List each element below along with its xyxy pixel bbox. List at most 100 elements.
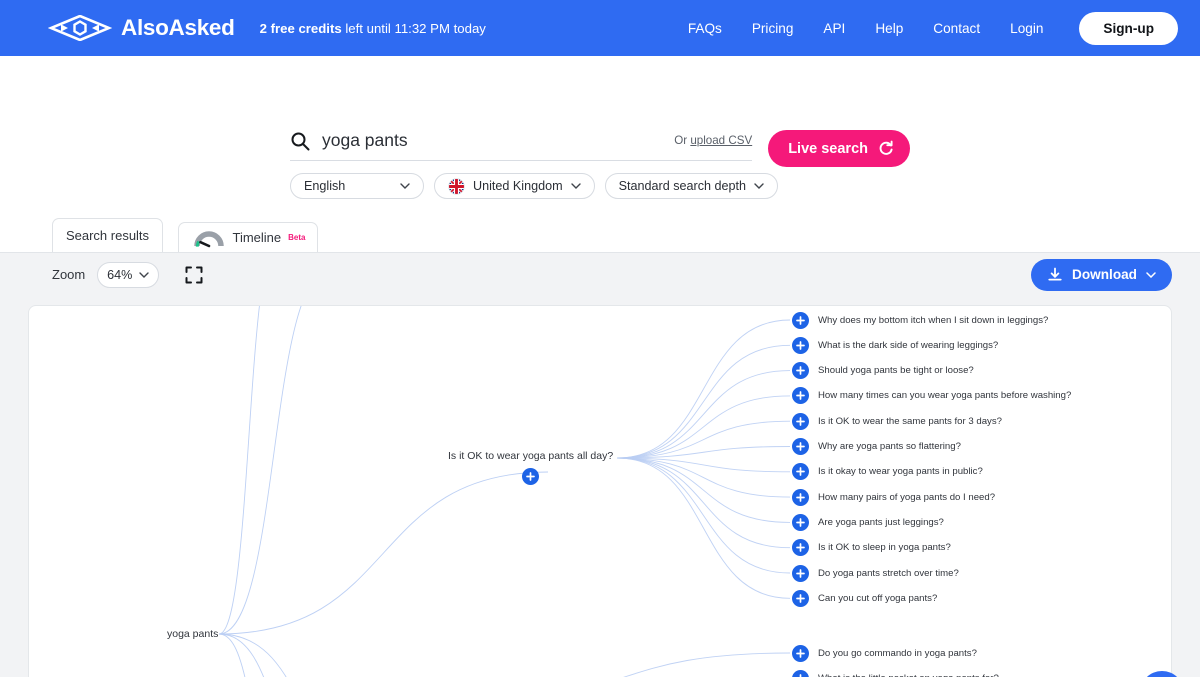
live-search-label: Live search	[788, 140, 868, 157]
leaf-node[interactable]: Do yoga pants stretch over time?	[792, 564, 959, 582]
plus-icon	[796, 518, 805, 527]
search-row: Or upload CSV Live search	[290, 130, 910, 167]
expand-node-button[interactable]	[792, 564, 809, 582]
expand-node-button[interactable]	[792, 362, 809, 380]
language-dropdown[interactable]: English	[290, 173, 424, 199]
expand-node-button[interactable]	[792, 463, 809, 481]
leaf-node[interactable]: Is it OK to sleep in yoga pants?	[792, 539, 951, 557]
leaf-node-label: Should yoga pants be tight or loose?	[818, 365, 974, 377]
search-depth-value: Standard search depth	[618, 179, 747, 193]
signup-button[interactable]: Sign-up	[1079, 11, 1178, 45]
country-dropdown[interactable]: United Kingdom	[434, 173, 595, 199]
nav-item-api[interactable]: API	[823, 21, 845, 36]
expand-node-button[interactable]	[792, 488, 809, 506]
search-icon	[291, 132, 310, 150]
language-value: English	[304, 179, 346, 193]
nav-item-help[interactable]: Help	[875, 21, 903, 36]
plus-icon	[796, 315, 805, 325]
canvas-toolbar: Zoom 64% Download	[0, 252, 1200, 296]
search-filters: English United Kingdom Standard search d…	[290, 173, 779, 199]
leaf-node-label: Is it okay to wear yoga pants in public?	[818, 466, 983, 478]
expand-node-button[interactable]	[792, 589, 809, 607]
plus-icon	[796, 467, 805, 477]
expand-node-button[interactable]	[792, 412, 809, 430]
mid-node-yoga-all-day[interactable]: Is it OK to wear yoga pants all day?	[448, 450, 613, 485]
tab-timeline-beta-badge: Beta	[288, 233, 306, 242]
zoom-dropdown[interactable]: 64%	[97, 261, 160, 288]
leaf-node[interactable]: Do you go commando in yoga pants?	[792, 644, 977, 662]
search-section: Or upload CSV Live search English	[0, 56, 1200, 208]
download-label: Download	[1072, 267, 1137, 282]
brand-name: AlsoAsked	[121, 15, 235, 40]
plus-icon	[526, 472, 535, 481]
credits-count: 2 free credits	[259, 20, 342, 36]
plus-icon	[796, 568, 805, 578]
leaf-node[interactable]: Are yoga pants just leggings?	[792, 513, 944, 531]
fullscreen-icon[interactable]	[185, 266, 203, 284]
leaf-node-label: What is the dark side of wearing legging…	[818, 339, 999, 351]
leaf-node-label: Are yoga pants just leggings?	[818, 516, 944, 528]
expand-node-button[interactable]	[522, 468, 540, 485]
leaf-node-label: Can you cut off yoga pants?	[818, 592, 938, 604]
expand-node-button[interactable]	[792, 539, 809, 557]
leaf-node-label: Do you go commando in yoga pants?	[818, 647, 977, 659]
plus-icon	[796, 543, 805, 553]
country-value: United Kingdom	[473, 179, 563, 193]
leaf-node[interactable]: How many pairs of yoga pants do I need?	[792, 488, 995, 506]
top-navigation-bar: AlsoAsked 2 free credits left until 11:3…	[0, 0, 1200, 56]
plus-icon	[796, 416, 805, 426]
zoom-label: Zoom	[52, 267, 86, 282]
search-field[interactable]: Or upload CSV	[290, 130, 753, 161]
leaf-node[interactable]: Why does my bottom itch when I sit down …	[792, 311, 1049, 329]
search-input[interactable]	[322, 130, 663, 151]
alsoasked-eye-logo-icon	[48, 15, 112, 41]
expand-node-button[interactable]	[792, 387, 809, 405]
expand-node-button[interactable]	[792, 311, 809, 329]
expand-node-button[interactable]	[792, 644, 809, 662]
expand-node-button[interactable]	[792, 438, 809, 455]
live-search-button[interactable]: Live search	[768, 130, 910, 167]
leaf-node[interactable]: Can you cut off yoga pants?	[792, 589, 938, 607]
leaf-node-label: What is the little pocket on yoga pants …	[818, 673, 999, 677]
plus-icon	[796, 391, 805, 401]
search-depth-dropdown[interactable]: Standard search depth	[604, 173, 779, 199]
nav-item-pricing[interactable]: Pricing	[752, 21, 794, 36]
plus-icon	[796, 648, 805, 658]
nav-item-faqs[interactable]: FAQs	[688, 21, 722, 36]
mid-node-label: Is it OK to wear yoga pants all day?	[448, 450, 614, 462]
leaf-node-label: Is it OK to sleep in yoga pants?	[818, 542, 951, 554]
root-node[interactable]: yoga pants	[167, 628, 218, 640]
result-tabs: Search results Timeline Beta	[0, 208, 1200, 252]
expand-node-button[interactable]	[792, 669, 809, 677]
expand-node-button[interactable]	[792, 513, 809, 531]
leaf-node-label: Why are yoga pants so flattering?	[818, 441, 961, 452]
mindmap-canvas[interactable]: yoga pants Is it OK to wear yoga pants a…	[28, 305, 1172, 677]
leaf-node[interactable]: How many times can you wear yoga pants b…	[792, 387, 1071, 405]
expand-node-button[interactable]	[792, 336, 809, 354]
upload-csv-link[interactable]: upload CSV	[690, 134, 752, 147]
zoom-value: 64%	[107, 267, 133, 282]
leaf-node[interactable]: Is it OK to wear the same pants for 3 da…	[792, 412, 1002, 430]
brand-logo[interactable]: AlsoAsked	[48, 15, 235, 41]
leaf-node[interactable]: Is it okay to wear yoga pants in public?	[792, 463, 983, 481]
download-icon	[1048, 267, 1062, 280]
leaf-node[interactable]: Should yoga pants be tight or loose?	[792, 362, 974, 380]
leaf-node[interactable]: Why are yoga pants so flattering?	[792, 438, 961, 455]
plus-icon	[796, 340, 805, 350]
leaf-node-label: Why does my bottom itch when I sit down …	[818, 314, 1049, 326]
leaf-node[interactable]: What is the dark side of wearing legging…	[792, 336, 999, 354]
canvas-area: yoga pants Is it OK to wear yoga pants a…	[0, 296, 1200, 677]
plus-icon	[796, 492, 805, 502]
leaf-node[interactable]: What is the little pocket on yoga pants …	[792, 669, 999, 677]
leaf-node-label: Do yoga pants stretch over time?	[818, 567, 959, 579]
nav-item-login[interactable]: Login	[1010, 21, 1043, 36]
tab-timeline[interactable]: Timeline Beta	[178, 222, 318, 252]
plus-icon	[796, 442, 805, 451]
tab-search-results[interactable]: Search results	[52, 218, 163, 252]
nav-item-contact[interactable]: Contact	[933, 21, 980, 36]
csv-prefix: Or	[674, 133, 691, 147]
credits-notice: 2 free credits left until 11:32 PM today	[260, 21, 486, 36]
chevron-down-icon	[570, 183, 581, 189]
refresh-icon	[879, 140, 893, 155]
download-button[interactable]: Download	[1031, 258, 1172, 291]
